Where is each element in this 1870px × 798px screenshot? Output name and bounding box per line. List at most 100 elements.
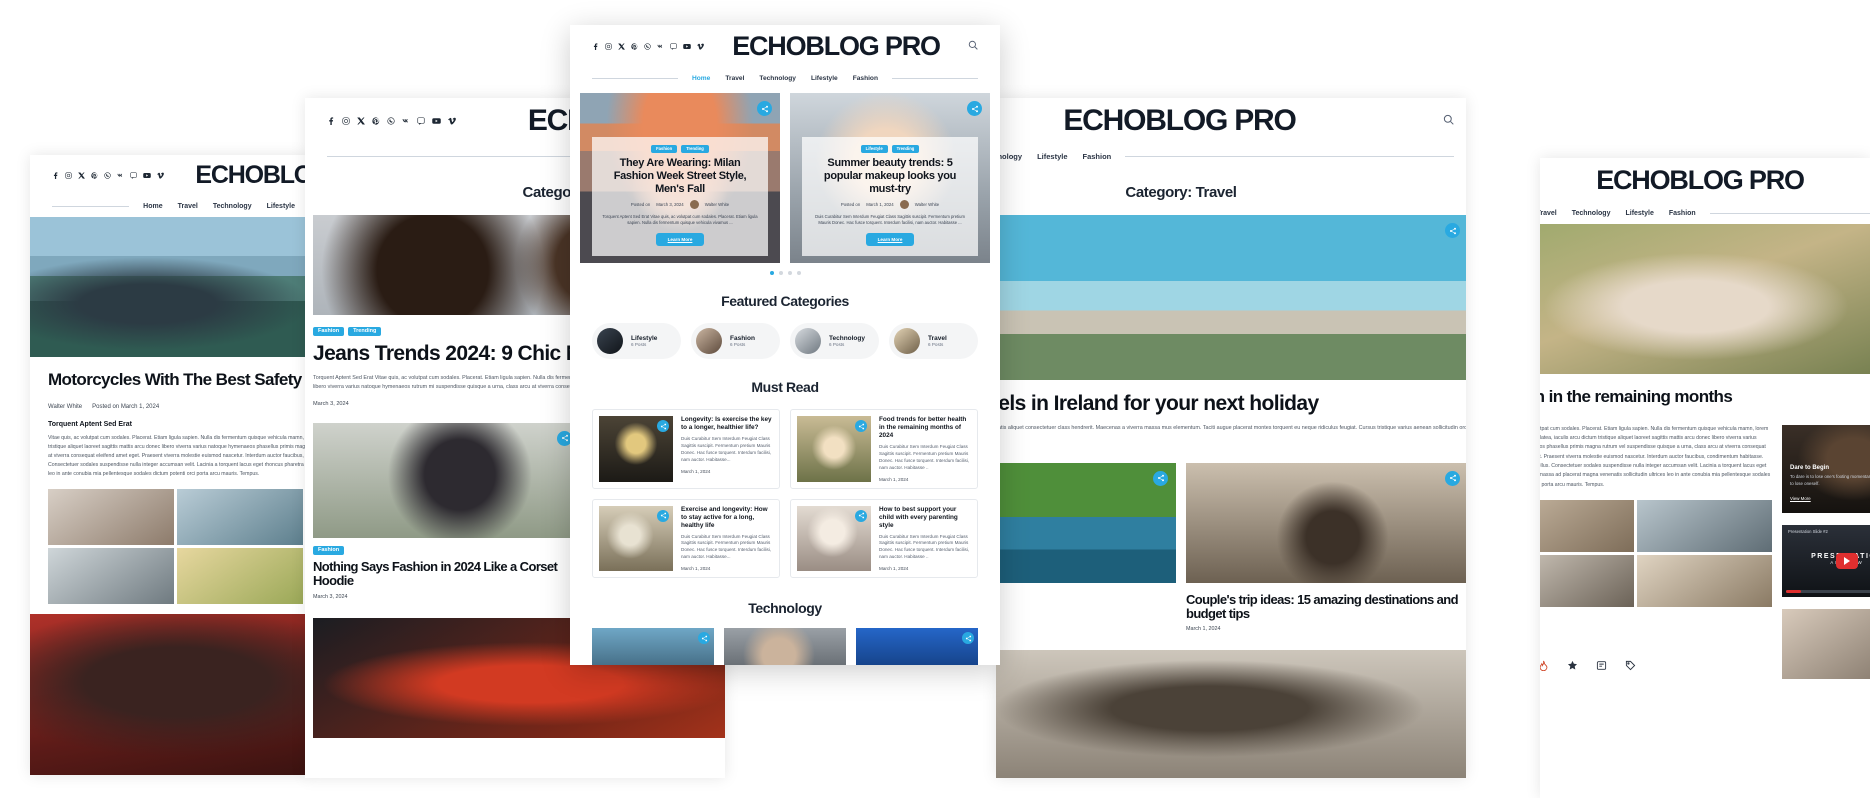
facebook-icon[interactable] — [52, 171, 59, 179]
x-twitter-icon[interactable] — [618, 42, 625, 50]
tag-chip[interactable]: Fashion — [313, 327, 345, 337]
x-twitter-icon[interactable] — [357, 117, 365, 125]
sidebar-promo-card[interactable]: Dare to Begin To dare is to lose one's f… — [1782, 424, 1870, 513]
pinterest-icon[interactable] — [91, 171, 98, 179]
tag-chip[interactable]: Trending — [891, 145, 920, 153]
nav-item-fashion[interactable]: Fashion — [853, 75, 878, 82]
instagram-icon[interactable] — [605, 42, 612, 50]
slider-dot[interactable] — [796, 271, 801, 275]
nav-item-travel[interactable]: Travel — [178, 203, 198, 210]
hero-slide[interactable]: Lifestyle Trending Summer beauty trends:… — [790, 93, 990, 263]
nav-item-travel[interactable]: Travel — [1540, 210, 1557, 217]
category-list[interactable]: Lifestyle 6 Posts Fashion 6 Posts Techno… — [570, 323, 1000, 359]
youtube-icon[interactable] — [432, 117, 441, 125]
tag-icon[interactable] — [1625, 660, 1636, 671]
vk-icon[interactable] — [657, 43, 664, 50]
window-travel-category[interactable]: ECHOBLOG PRO Home Travel Technology Life… — [996, 98, 1466, 778]
star-icon[interactable] — [1567, 660, 1578, 671]
vk-icon[interactable] — [402, 117, 410, 125]
tag-chip[interactable]: Lifestyle — [860, 145, 888, 153]
post-title[interactable]: Family Adventure — [996, 593, 1176, 607]
window-home-focused[interactable]: ECHOBLOG PRO Home Travel Technology Life… — [570, 25, 1000, 665]
tag-chip[interactable]: Fashion — [313, 545, 345, 556]
slider-dot[interactable] — [778, 271, 783, 275]
hero-title[interactable]: Summer beauty trends: 5 popular makeup l… — [812, 157, 968, 196]
category-card-technology[interactable]: Technology 6 Posts — [790, 323, 879, 359]
share-icon[interactable] — [962, 632, 974, 645]
social-links[interactable] — [52, 171, 164, 179]
whatsapp-icon[interactable] — [387, 117, 395, 125]
nav-item-technology[interactable]: Technology — [213, 203, 252, 210]
facebook-icon[interactable] — [327, 117, 335, 125]
post-title[interactable]: Nothing Says Fashion in 2024 Like a Cors… — [313, 559, 580, 589]
vimeo-icon[interactable] — [448, 117, 456, 125]
card-title[interactable]: How to best support your child with ever… — [879, 506, 971, 530]
share-icon[interactable] — [1445, 223, 1460, 238]
main-nav[interactable]: Home Travel Technology Lifestyle Fashion — [692, 75, 878, 82]
tumblr-icon[interactable] — [670, 42, 677, 50]
share-icon[interactable] — [657, 420, 669, 432]
social-links[interactable] — [592, 42, 704, 50]
card-title[interactable]: Exercise and longevity: How to stay acti… — [681, 506, 773, 530]
window-motorcycle-article[interactable]: ECHOBLOG PRO Home Travel Technology Life… — [30, 155, 310, 775]
site-brand[interactable]: ECHOBLOG PRO — [1063, 104, 1296, 138]
pinterest-icon[interactable] — [372, 117, 380, 125]
site-brand[interactable]: ECHOBLOG PRO — [195, 161, 310, 190]
must-read-card[interactable]: Exercise and longevity: How to stay acti… — [592, 498, 780, 579]
tag-chip[interactable]: Trending — [681, 145, 709, 153]
technology-card[interactable] — [592, 628, 714, 665]
whatsapp-icon[interactable] — [644, 42, 651, 50]
nav-item-technology[interactable]: Technology — [759, 75, 796, 82]
hero-tags[interactable]: Lifestyle Trending — [812, 145, 968, 153]
card-title[interactable]: Longevity: Is exercise the key to a long… — [681, 416, 773, 432]
search-icon[interactable] — [1443, 112, 1454, 130]
slider-dots[interactable] — [570, 263, 1000, 275]
vimeo-icon[interactable] — [157, 172, 164, 179]
facebook-icon[interactable] — [592, 42, 599, 50]
social-links[interactable] — [327, 117, 456, 125]
nav-item-lifestyle[interactable]: Lifestyle — [267, 203, 295, 210]
video-player-card[interactable]: Presentation Slide #2 PRESENTATION ALL N… — [1782, 524, 1870, 597]
hero-slide[interactable]: Fashion Trending They Are Wearing: Milan… — [580, 93, 780, 263]
nav-item-travel[interactable]: Travel — [725, 75, 744, 82]
nav-item-technology[interactable]: Technology — [1572, 210, 1611, 217]
youtube-icon[interactable] — [683, 43, 691, 50]
tag-chip[interactable]: Fashion — [651, 145, 678, 153]
x-twitter-icon[interactable] — [78, 171, 85, 179]
instagram-icon[interactable] — [342, 117, 350, 125]
hero-tags[interactable]: Fashion Trending — [602, 145, 758, 153]
youtube-icon[interactable] — [143, 172, 151, 179]
play-icon[interactable] — [1836, 552, 1858, 569]
nav-item-lifestyle[interactable]: Lifestyle — [1625, 210, 1653, 217]
main-nav[interactable]: Home Travel Technology Lifestyle Fashion — [143, 203, 310, 210]
technology-card[interactable] — [724, 628, 846, 665]
search-icon[interactable] — [968, 37, 978, 55]
post-title[interactable]: 10 best hotels in Ireland for your next … — [996, 392, 1466, 415]
video-progress-bar[interactable] — [1786, 589, 1870, 593]
card-title[interactable]: Food trends for better health in the rem… — [879, 416, 971, 440]
window-health-article[interactable]: ECHOBLOG PRO Home Travel Technology Life… — [1540, 158, 1870, 798]
vk-icon[interactable] — [117, 172, 124, 179]
pinterest-icon[interactable] — [631, 42, 638, 50]
site-brand[interactable]: ECHOBLOG PRO — [732, 31, 941, 62]
tag-chip[interactable]: Trending — [348, 327, 382, 337]
share-icon[interactable] — [855, 509, 867, 522]
category-card-lifestyle[interactable]: Lifestyle 6 Posts — [592, 323, 681, 359]
vimeo-icon[interactable] — [697, 43, 704, 50]
main-nav[interactable]: Home Travel Technology Lifestyle Fashion — [1540, 210, 1696, 217]
sidebar-card-link[interactable]: View More — [1790, 496, 1811, 501]
slider-dot[interactable] — [787, 271, 792, 275]
slider-dot[interactable] — [769, 271, 774, 275]
nav-item-lifestyle[interactable]: Lifestyle — [1037, 152, 1067, 161]
instagram-icon[interactable] — [65, 171, 72, 179]
must-read-card[interactable]: Longevity: Is exercise the key to a long… — [592, 409, 780, 489]
share-icon[interactable] — [967, 101, 982, 116]
share-icon[interactable] — [657, 509, 669, 522]
nav-item-fashion[interactable]: Fashion — [1669, 210, 1696, 217]
category-card-travel[interactable]: Travel 6 Posts — [889, 323, 978, 359]
nav-item-home[interactable]: Home — [143, 203, 162, 210]
must-read-card[interactable]: Food trends for better health in the rem… — [790, 409, 978, 489]
category-card-fashion[interactable]: Fashion 6 Posts — [691, 323, 780, 359]
post-title[interactable]: Couple's trip ideas: 15 amazing destinat… — [1186, 592, 1466, 622]
learn-more-button[interactable]: Learn More — [865, 233, 915, 246]
